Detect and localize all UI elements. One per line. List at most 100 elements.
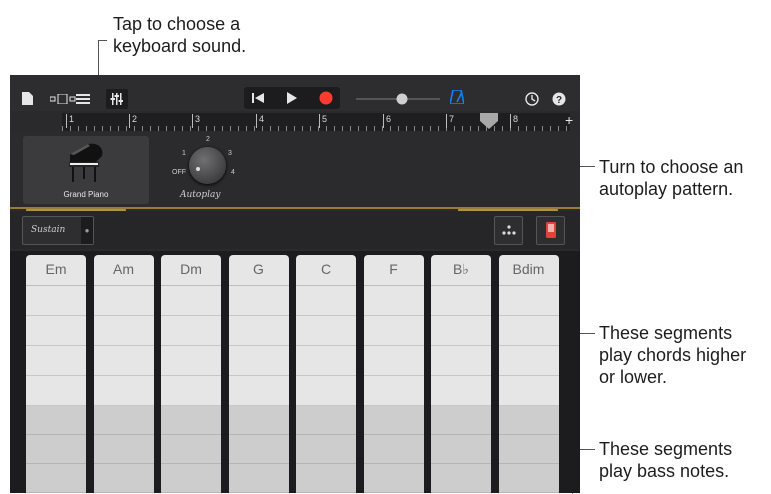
chord-strip[interactable]: G [228,255,289,493]
chord-strip[interactable]: Em [26,255,86,493]
arpeggiator-icon [501,225,516,235]
lock-icon[interactable]: ● [81,217,93,244]
document-icon[interactable] [22,92,33,105]
arpeggiator-button[interactable] [494,216,523,245]
chord-segment[interactable] [26,346,86,376]
chord-segment[interactable] [498,376,559,406]
chord-strips-toggle[interactable] [536,216,565,245]
tracks-view-icon[interactable] [50,94,76,104]
chord-segment[interactable] [93,346,154,376]
bar-number: 5 [319,114,327,128]
bass-segment[interactable] [498,435,559,464]
chord-segment[interactable] [498,346,559,376]
chord-segment[interactable] [161,286,221,316]
timeline-ruler[interactable]: 1 2 3 4 5 6 7 8 [62,113,570,131]
record-icon[interactable] [319,91,333,105]
chord-segment[interactable] [228,346,289,376]
chord-segment[interactable] [161,316,221,346]
chord-segment[interactable] [431,346,491,376]
bass-segment[interactable] [498,406,559,435]
chord-segment[interactable] [498,316,559,346]
chord-segment[interactable] [26,286,86,316]
help-icon[interactable]: ? [552,92,566,106]
bass-segment[interactable] [161,464,221,493]
bass-segment[interactable] [296,406,356,435]
transport-controls [244,87,340,109]
bass-segment[interactable] [93,406,154,435]
chord-segment[interactable] [93,286,154,316]
chord-segment[interactable] [26,316,86,346]
chord-strip[interactable]: Am [93,255,154,493]
chord-label: Am [93,255,154,286]
bass-segment[interactable] [161,435,221,464]
chord-segment[interactable] [363,346,424,376]
add-section-button[interactable]: + [565,113,573,127]
chord-segment[interactable] [498,286,559,316]
chord-strip[interactable]: B♭ [431,255,491,493]
bar-number: 4 [256,114,264,128]
chord-strips-icon [545,222,556,238]
bass-segment[interactable] [296,464,356,493]
bass-segment[interactable] [93,435,154,464]
chord-segment[interactable] [363,286,424,316]
bass-segment[interactable] [26,464,86,493]
chord-segment[interactable] [228,376,289,406]
chord-segment[interactable] [296,316,356,346]
garageband-smart-keyboard: ? 1 2 3 4 5 6 7 8 + Grand Piano OFF 1 2 … [10,75,580,493]
chord-segment[interactable] [363,376,424,406]
chord-segment[interactable] [228,316,289,346]
instrument-selector[interactable]: Grand Piano [23,136,149,204]
controls-bar: Sustain ● [10,211,580,249]
chord-segment[interactable] [296,346,356,376]
chord-segment[interactable] [26,376,86,406]
settings-icon[interactable] [525,92,539,106]
instrument-panel: Grand Piano OFF 1 2 3 4 Autoplay [10,131,580,207]
sustain-button[interactable]: Sustain ● [22,216,94,245]
bass-segment[interactable] [363,464,424,493]
chord-segment[interactable] [363,316,424,346]
volume-slider[interactable] [356,93,440,105]
bass-segment[interactable] [431,406,491,435]
chord-segment[interactable] [431,286,491,316]
bass-segment[interactable] [363,435,424,464]
bar-number: 1 [66,114,74,128]
chord-strip[interactable]: Dm [161,255,221,493]
bass-segment[interactable] [26,406,86,435]
playhead-marker[interactable] [480,113,498,129]
bass-segment[interactable] [431,435,491,464]
rewind-icon[interactable] [252,92,264,104]
chord-segment[interactable] [93,376,154,406]
chord-label: B♭ [431,255,491,286]
bass-segment[interactable] [93,464,154,493]
bass-segment[interactable] [296,435,356,464]
metronome-icon[interactable] [450,90,464,104]
chord-label: Dm [161,255,221,286]
list-view-icon[interactable] [76,94,90,104]
autoplay-knob[interactable] [189,147,226,184]
chord-segment[interactable] [296,376,356,406]
bass-segment[interactable] [228,435,289,464]
chord-segment[interactable] [93,316,154,346]
bass-segment[interactable] [228,464,289,493]
chord-strip[interactable]: F [363,255,424,493]
bass-segment[interactable] [228,406,289,435]
bass-segment[interactable] [498,464,559,493]
chord-segment[interactable] [228,286,289,316]
bass-segment[interactable] [161,406,221,435]
autoplay-position-1: 1 [182,150,186,157]
bass-segment[interactable] [26,435,86,464]
chord-segment[interactable] [296,286,356,316]
bass-segment[interactable] [431,464,491,493]
knob-indicator [196,167,200,171]
chord-label: Bdim [498,255,559,286]
chord-segment[interactable] [431,376,491,406]
mixer-icon[interactable] [106,89,128,109]
play-icon[interactable] [287,92,297,104]
chord-segment[interactable] [161,376,221,406]
chord-strip[interactable]: Bdim [498,255,559,493]
chord-strip[interactable]: C [296,255,356,493]
chord-segment[interactable] [431,316,491,346]
chord-segment[interactable] [161,346,221,376]
bass-segment[interactable] [363,406,424,435]
autoplay-position-2: 2 [206,136,210,143]
